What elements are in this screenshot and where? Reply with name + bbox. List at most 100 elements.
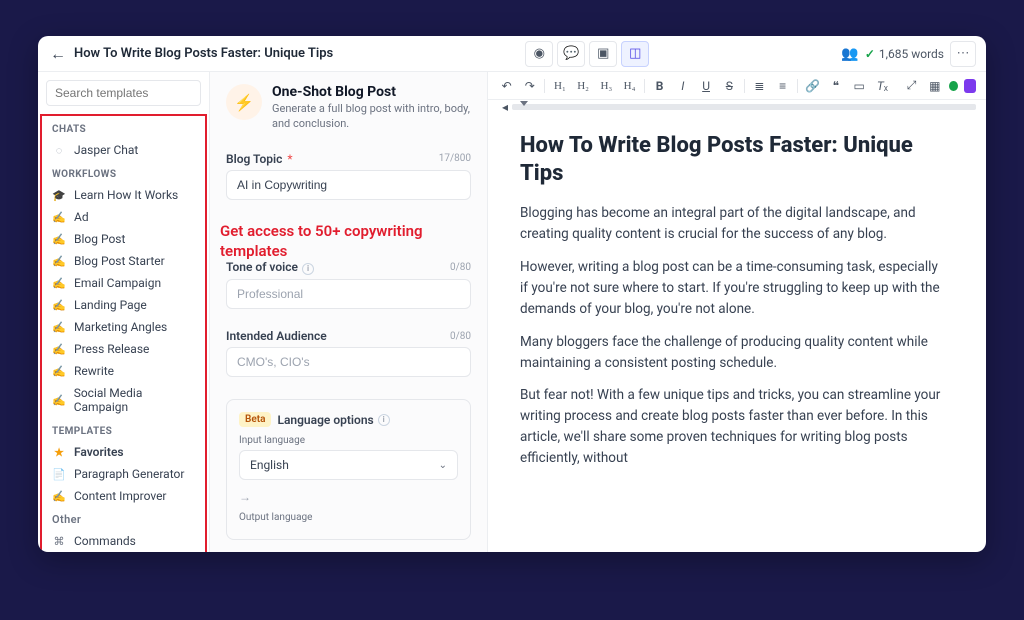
sidebar-item-press[interactable]: Press Release [42, 338, 205, 360]
tone-input[interactable] [226, 279, 471, 309]
sidebar-item-label: Rewrite [74, 364, 114, 378]
template-form: ⚡ One-Shot Blog Post Generate a full blo… [210, 72, 488, 552]
language-options-box: Beta Language options i Input language E… [226, 399, 471, 540]
chat-icon[interactable]: 💬 [557, 41, 585, 67]
sidebar-item-content-improver[interactable]: Content Improver [42, 485, 205, 507]
h2-button[interactable]: H₂ [575, 80, 592, 92]
expand-icon[interactable]: ⤢ [903, 78, 920, 93]
post-paragraph: But fear not! With a few unique tips and… [520, 385, 948, 469]
template-title: One-Shot Blog Post [272, 84, 471, 100]
section-templates: TEMPLATES [42, 418, 205, 441]
section-workflows: WORKFLOWS [42, 161, 205, 184]
numbered-list-button[interactable]: ≡ [774, 79, 791, 93]
section-chats: CHATS [42, 116, 205, 139]
app-frame: ← How To Write Blog Posts Faster: Unique… [38, 36, 986, 552]
ruler-bar[interactable] [512, 104, 976, 110]
sidebar-item-label: Jasper Chat [74, 143, 138, 157]
sidebar-item-label: Content Improver [74, 489, 167, 503]
grid-icon[interactable]: ▦ [926, 79, 943, 93]
highlighted-templates-region: CHATS ◌Jasper Chat WORKFLOWS 🎓Learn How … [40, 114, 207, 552]
other-heading: Other [42, 507, 205, 530]
editor-pane: ↶ ↷ H₁ H₂ H₃ H₄ B I U S ≣ ≡ 🔗 ❝ ▭ Tₓ [488, 72, 986, 552]
sidebar-item-label: Commands [74, 534, 136, 548]
input-language-label: Input language [239, 435, 458, 446]
search-input[interactable] [46, 80, 201, 106]
select-value: English [250, 458, 289, 472]
back-button[interactable]: ← [48, 44, 68, 64]
sidebar-item-label: Ad [74, 210, 89, 224]
sidebar-item-label: Blog Post Starter [74, 254, 165, 268]
preview-icon[interactable]: ◉ [525, 41, 553, 67]
tone-label: Tone of voicei [226, 260, 314, 275]
bullet-list-button[interactable]: ≣ [751, 79, 768, 93]
chevron-down-icon: ⌄ [439, 460, 447, 471]
blog-topic-label: Blog Topic * [226, 152, 293, 166]
sidebar-item-label: Marketing Angles [74, 320, 167, 334]
sidebar-item-ad[interactable]: Ad [42, 206, 205, 228]
sidebar-item-social[interactable]: Social Media Campaign [42, 382, 205, 418]
bolt-icon: ⚡ [226, 84, 262, 120]
post-paragraph: However, writing a blog post can be a ti… [520, 257, 948, 320]
sidebar-item-label: Blog Post [74, 232, 125, 246]
favorites-heading: ★Favorites [42, 441, 205, 463]
collaborators-icon[interactable]: 👥 [841, 46, 858, 62]
language-options-label: Language options [277, 413, 373, 427]
undo-icon[interactable]: ↶ [498, 79, 515, 93]
sidebar-item-blog-post[interactable]: Blog Post [42, 228, 205, 250]
sidebar-item-paragraph-gen[interactable]: 📄Paragraph Generator [42, 463, 205, 485]
sidebar-item-label: Email Campaign [74, 276, 161, 290]
layout-split-icon[interactable]: ◫ [621, 41, 649, 67]
ai-assist-button[interactable] [964, 79, 976, 93]
sidebar-item-email[interactable]: Email Campaign [42, 272, 205, 294]
sidebar-item-label: Social Media Campaign [74, 386, 195, 414]
redo-icon[interactable]: ↷ [521, 79, 538, 93]
ruler-indent-marker[interactable] [520, 101, 528, 106]
ruler: ◂ [488, 100, 986, 114]
beta-badge: Beta [239, 412, 271, 427]
audience-input[interactable] [226, 347, 471, 377]
top-bar: ← How To Write Blog Posts Faster: Unique… [38, 36, 986, 72]
strike-button[interactable]: S [721, 79, 738, 93]
info-icon[interactable]: i [378, 414, 390, 426]
swap-icon[interactable]: → [239, 490, 458, 504]
audience-label: Intended Audience [226, 329, 327, 343]
sidebar-item-marketing-angles[interactable]: Marketing Angles [42, 316, 205, 338]
sidebar-item-learn[interactable]: 🎓Learn How It Works [42, 184, 205, 206]
more-menu-button[interactable]: ⋯ [950, 41, 976, 67]
h4-button[interactable]: H₄ [621, 80, 638, 92]
sidebar-item-rewrite[interactable]: Rewrite [42, 360, 205, 382]
check-icon: ✓ [865, 47, 875, 61]
sidebar-item-label: Favorites [74, 445, 124, 459]
bold-button[interactable]: B [651, 79, 668, 93]
sidebar-item-label: Press Release [74, 342, 149, 356]
h1-button[interactable]: H₁ [551, 80, 568, 92]
h3-button[interactable]: H₃ [598, 80, 615, 92]
image-button[interactable]: ▭ [851, 79, 868, 93]
link-button[interactable]: 🔗 [804, 79, 821, 93]
info-icon[interactable]: i [302, 263, 314, 275]
document-title: How To Write Blog Posts Faster: Unique T… [74, 46, 333, 61]
sidebar-item-jasper-chat[interactable]: ◌Jasper Chat [42, 139, 205, 161]
word-count: ✓ 1,685 words [865, 47, 944, 61]
template-sidebar: CHATS ◌Jasper Chat WORKFLOWS 🎓Learn How … [38, 72, 210, 552]
italic-button[interactable]: I [674, 79, 691, 93]
blog-topic-count: 17/800 [439, 153, 471, 164]
status-green-icon[interactable] [949, 81, 958, 91]
quote-button[interactable]: ❝ [827, 79, 844, 93]
post-paragraph: Blogging has become an integral part of … [520, 203, 948, 245]
sidebar-item-blog-post-starter[interactable]: Blog Post Starter [42, 250, 205, 272]
underline-button[interactable]: U [697, 79, 714, 93]
editor-toolbar: ↶ ↷ H₁ H₂ H₃ H₄ B I U S ≣ ≡ 🔗 ❝ ▭ Tₓ [488, 72, 986, 100]
clear-format-button[interactable]: Tₓ [874, 79, 891, 93]
sidebar-item-landing[interactable]: Landing Page [42, 294, 205, 316]
blog-topic-input[interactable] [226, 170, 471, 200]
input-language-select[interactable]: English ⌄ [239, 450, 458, 480]
sidebar-item-label: Learn How It Works [74, 188, 178, 202]
sidebar-item-commands[interactable]: ⌘Commands [42, 530, 205, 552]
editor-content[interactable]: How To Write Blog Posts Faster: Unique T… [488, 114, 986, 552]
word-count-text: 1,685 words [879, 47, 944, 61]
layout-single-icon[interactable]: ▣ [589, 41, 617, 67]
ruler-left-icon[interactable]: ◂ [498, 100, 512, 114]
audience-count: 0/80 [450, 331, 471, 342]
sidebar-item-label: Paragraph Generator [74, 467, 184, 481]
